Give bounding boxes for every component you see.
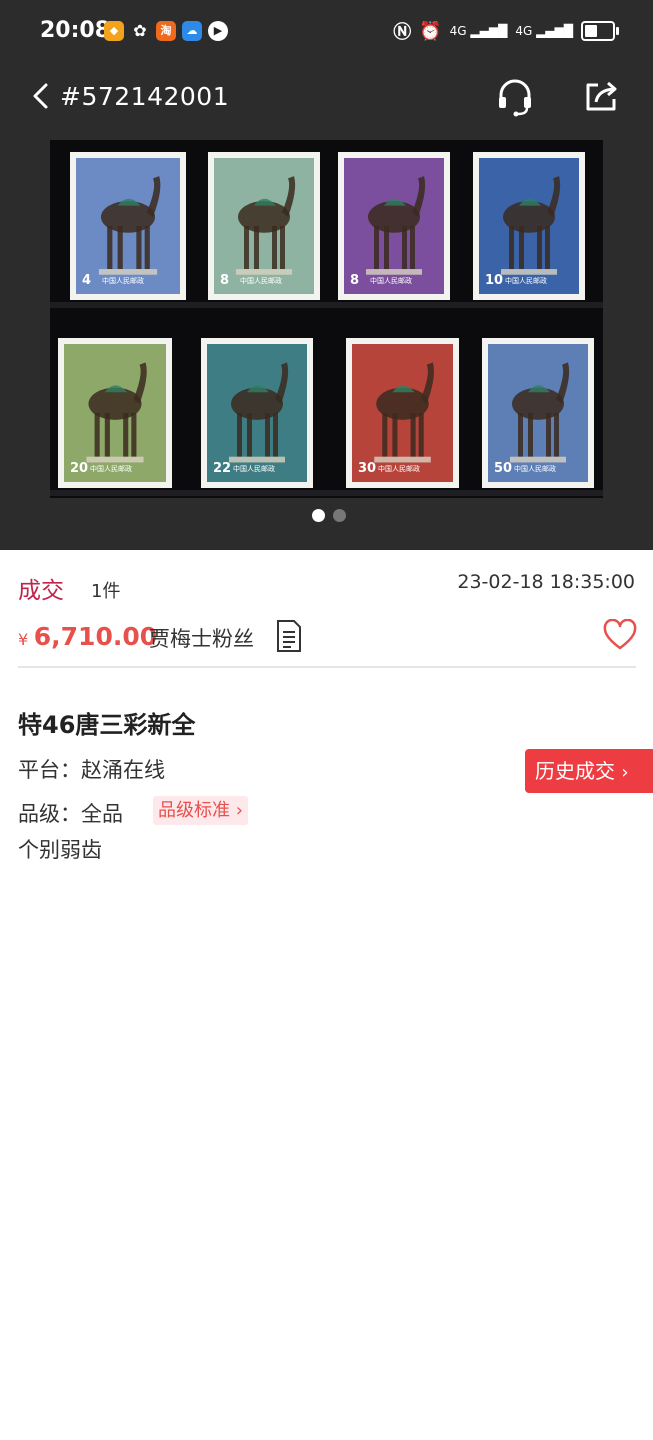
- stamp-image: 20 中国人民邮政: [58, 338, 172, 488]
- signal-1: 4G ▂▄▆█: [449, 24, 508, 38]
- pagination-dot[interactable]: [312, 509, 325, 522]
- document-icon[interactable]: [276, 619, 302, 653]
- stamp-caption: 中国人民邮政: [505, 277, 547, 285]
- wechat-icon: ✿: [133, 21, 147, 40]
- product-image[interactable]: 4 中国人民邮政 8 中国人民邮政 8 中国人民邮政 10 中国人民邮政 20 中国人民邮政 22…: [50, 140, 603, 498]
- grade-value: 全品: [81, 802, 123, 826]
- stamp-caption: 中国人民邮政: [370, 277, 412, 285]
- stamp-caption: 中国人民邮政: [102, 277, 144, 285]
- shelf-divider: [50, 490, 603, 496]
- notification-icons: ◆ ✿ 淘 ☁ ▶: [104, 21, 228, 41]
- signal-1-label: 4G: [449, 24, 467, 38]
- shelf-divider: [50, 302, 603, 308]
- stamp-value: 20: [70, 461, 89, 476]
- divider: [18, 666, 636, 668]
- stamp-image: 22 中国人民邮政: [201, 338, 313, 488]
- grade-standard-link[interactable]: 品级标准 ›: [153, 796, 248, 825]
- signal-2-label: 4G: [515, 24, 533, 38]
- stamp-value: 50: [494, 461, 513, 476]
- grade-label: 品级：: [18, 802, 81, 826]
- stamp-image: 8 中国人民邮政: [208, 152, 320, 300]
- currency-symbol: ¥: [18, 630, 29, 649]
- pagination-dot[interactable]: [333, 509, 346, 522]
- stamp-value: 10: [485, 273, 504, 288]
- gallery-pagination: [312, 509, 346, 522]
- chevron-right-icon: ›: [621, 762, 629, 783]
- stamp-value: 30: [358, 461, 377, 476]
- price-value: 6,710.00: [33, 622, 158, 651]
- grade-standard-label: 品级标准: [158, 800, 230, 821]
- play-icon: ▶: [208, 21, 228, 41]
- stamp-caption: 中国人民邮政: [378, 465, 420, 473]
- platform-label: 平台：: [18, 758, 81, 782]
- stamp-caption: 中国人民邮政: [233, 465, 275, 473]
- share-icon[interactable]: [582, 77, 620, 115]
- status-bar: 20:08 ◆ ✿ 淘 ☁ ▶ Ⓝ ⏰ 4G ▂▄▆█ 4G ▂▄▆█: [0, 0, 653, 62]
- stamp-caption: 中国人民邮政: [514, 465, 556, 473]
- deal-status: 成交: [18, 578, 64, 604]
- platform-value: 赵涌在线: [81, 758, 165, 782]
- item-title: 特46唐三彩新全: [18, 711, 196, 739]
- stamp-value: 4: [82, 273, 92, 288]
- stamp-image: 4 中国人民邮政: [70, 152, 186, 300]
- history-deals-button[interactable]: 历史成交 ›: [525, 749, 653, 793]
- nav-bar: #572142001: [0, 70, 653, 124]
- weather-icon: ☁: [182, 21, 202, 41]
- stamp-value: 8: [220, 273, 230, 288]
- chevron-right-icon: ›: [235, 800, 243, 821]
- stamp-image: 10 中国人民邮政: [473, 152, 585, 300]
- favorite-heart-icon[interactable]: [603, 619, 637, 651]
- platform-row: 平台：赵涌在线: [18, 754, 165, 784]
- stamp-value: 22: [213, 461, 232, 476]
- deal-price: ¥ 6,710.00: [18, 622, 157, 651]
- deal-quantity: 1件: [91, 581, 121, 602]
- stamp-caption: 中国人民邮政: [240, 277, 282, 285]
- stamp-image: 50 中国人民邮政: [482, 338, 594, 488]
- signal-2: 4G ▂▄▆█: [515, 24, 573, 38]
- stamp-image: 8 中国人民邮政: [338, 152, 450, 300]
- app-notification-icon: ◆: [104, 21, 124, 41]
- stamp-image: 30 中国人民邮政: [346, 338, 459, 488]
- deal-datetime: 23-02-18 18:35:00: [457, 571, 635, 593]
- system-status: Ⓝ ⏰ 4G ▂▄▆█ 4G ▂▄▆█: [393, 18, 619, 44]
- taobao-icon: 淘: [156, 21, 176, 41]
- alarm-icon: ⏰: [419, 20, 442, 42]
- item-note: 个别弱齿: [18, 838, 102, 862]
- status-time: 20:08: [40, 18, 111, 43]
- history-deals-label: 历史成交: [535, 759, 615, 783]
- buyer-name: 贾梅士粉丝: [149, 627, 254, 651]
- stamp-value: 8: [350, 273, 360, 288]
- headset-icon[interactable]: [496, 77, 534, 117]
- chevron-left-icon[interactable]: [28, 82, 56, 110]
- grade-row: 品级：全品: [18, 798, 123, 828]
- stamp-caption: 中国人民邮政: [90, 465, 132, 473]
- page-title: #572142001: [60, 82, 230, 111]
- battery-icon: [581, 21, 619, 41]
- nfc-icon: Ⓝ: [393, 22, 412, 43]
